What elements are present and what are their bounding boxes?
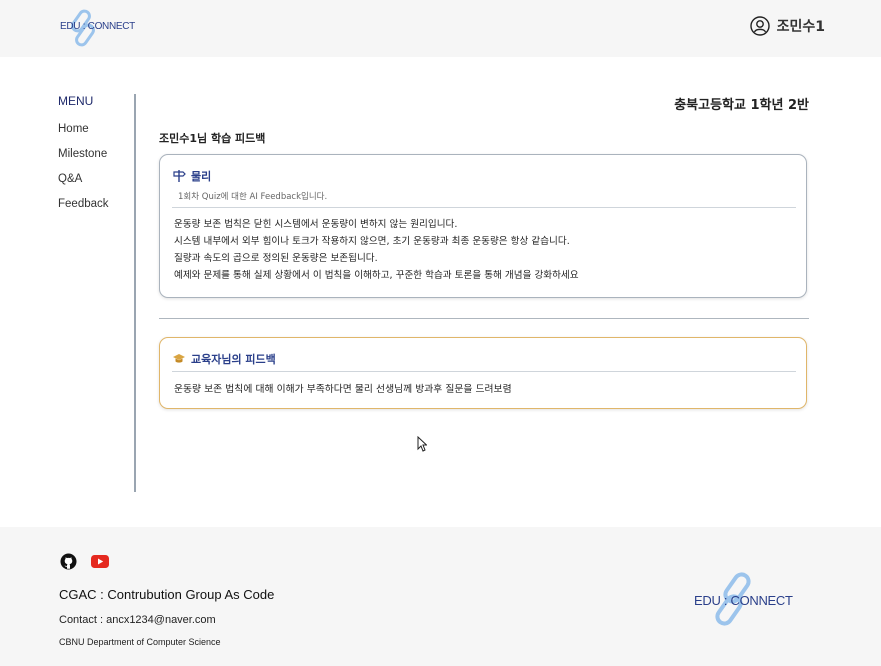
teacher-feedback-card: 교육자님의 피드백 운동량 보존 법칙에 대해 이해가 부족하다면 물리 선생님… <box>159 337 807 409</box>
sidebar-item-qa[interactable]: Q&A <box>58 170 134 195</box>
user-profile[interactable]: 조민수1 <box>749 16 825 36</box>
sidebar-item-feedback[interactable]: Feedback <box>58 195 134 220</box>
footer-org: CGAC : Contrubution Group As Code <box>59 587 275 602</box>
teacher-feedback-header: 교육자님의 피드백 <box>172 351 276 367</box>
footer-edu-connect-logo[interactable]: EDU : CONNECT <box>692 571 793 629</box>
ai-feedback-line: 운동량 보존 법칙은 닫힌 시스템에서 운동량이 변하지 않는 원리입니다. <box>174 219 458 230</box>
mouse-cursor-icon <box>417 436 427 452</box>
ai-feedback-line: 시스템 내부에서 외부 힘이나 토크가 작용하지 않으면, 초기 운동량과 최종… <box>174 236 570 247</box>
school-class-label: 충북고등학교 1학년 2반 <box>674 98 809 113</box>
footer-social-links <box>60 553 109 570</box>
ai-feedback-subject: 물리 <box>191 170 212 183</box>
footer-department: CBNU Department of Computer Science <box>59 637 221 647</box>
footer-contact: Contact : ancx1234@naver.com <box>59 614 216 626</box>
logo-text: EDU : CONNECT <box>60 21 135 32</box>
youtube-icon[interactable] <box>91 555 109 568</box>
user-name: 조민수1 <box>776 19 825 35</box>
signpost-icon <box>173 170 186 182</box>
footer-logo-text: EDU : CONNECT <box>694 593 793 608</box>
ai-feedback-line: 예제와 문제를 통해 실제 상황에서 이 법칙을 이해하고, 꾸준한 학습과 토… <box>174 270 579 281</box>
ai-feedback-subtitle: 1회차 Quiz에 대한 AI Feedback입니다. <box>178 192 328 202</box>
divider <box>172 371 796 372</box>
edu-connect-logo[interactable]: EDU : CONNECT <box>58 8 135 48</box>
user-icon <box>749 16 770 36</box>
footer: CGAC : Contrubution Group As Code Contac… <box>0 527 881 666</box>
github-icon[interactable] <box>60 553 77 570</box>
divider <box>172 207 796 208</box>
sidebar-menu: MENU Home Milestone Q&A Feedback <box>58 94 136 492</box>
section-divider <box>159 318 809 319</box>
graduation-cap-icon <box>173 354 185 363</box>
ai-feedback-card: 물리 1회차 Quiz에 대한 AI Feedback입니다. 운동량 보존 법… <box>159 154 807 298</box>
ai-feedback-line: 질량과 속도의 곱으로 정의된 운동량은 보존됩니다. <box>174 253 378 264</box>
header: EDU : CONNECT 조민수1 <box>0 0 881 57</box>
menu-title: MENU <box>58 94 94 108</box>
ai-feedback-body: 운동량 보존 법칙은 닫힌 시스템에서 운동량이 변하지 않는 원리입니다. 시… <box>174 216 579 284</box>
teacher-feedback-body: 운동량 보존 법칙에 대해 이해가 부족하다면 물리 선생님께 방과후 질문을 … <box>174 384 512 395</box>
teacher-feedback-title: 교육자님의 피드백 <box>191 353 276 366</box>
page-title: 조민수1님 학습 피드백 <box>159 132 266 145</box>
sidebar-item-home[interactable]: Home <box>58 120 134 145</box>
sidebar-item-milestone[interactable]: Milestone <box>58 145 134 170</box>
ai-feedback-header: 물리 <box>172 168 211 184</box>
